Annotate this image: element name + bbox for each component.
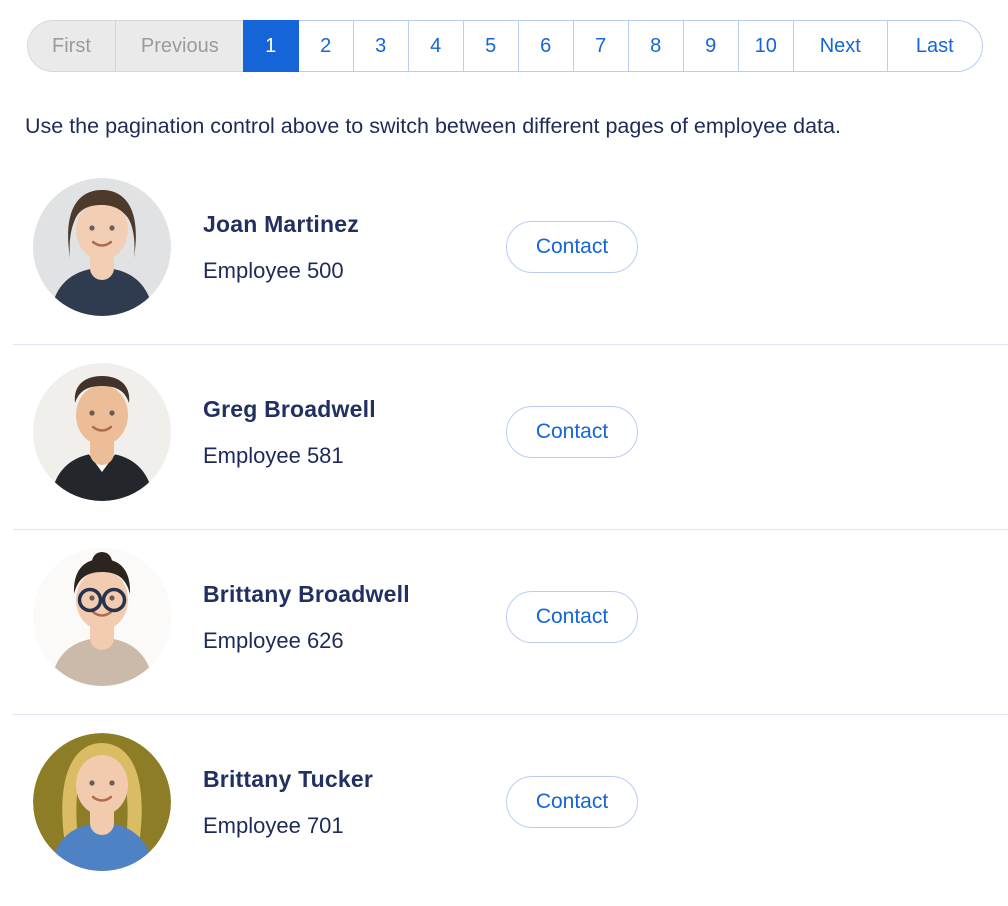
employee-avatar (33, 363, 171, 501)
employee-info: Greg Broadwell Employee 581 (203, 396, 506, 469)
pagination-page-10[interactable]: 10 (738, 20, 794, 72)
contact-button[interactable]: Contact (506, 221, 638, 273)
pagination-page-1[interactable]: 1 (243, 20, 299, 72)
pagination-page-4[interactable]: 4 (408, 20, 464, 72)
employee-list: Joan Martinez Employee 500 Contact (13, 160, 1008, 899)
pagination-next-button[interactable]: Next (793, 20, 888, 72)
employee-row: Joan Martinez Employee 500 Contact (13, 160, 1008, 344)
employee-id: Employee 581 (203, 443, 506, 469)
employee-row: Greg Broadwell Employee 581 Contact (13, 344, 1008, 529)
contact-button[interactable]: Contact (506, 591, 638, 643)
employee-id: Employee 500 (203, 258, 506, 284)
pagination-page-2[interactable]: 2 (298, 20, 354, 72)
employee-info: Brittany Broadwell Employee 626 (203, 581, 506, 654)
employee-row: Brittany Broadwell Employee 626 Contact (13, 529, 1008, 714)
instruction-text: Use the pagination control above to swit… (25, 112, 983, 140)
pagination-page-7[interactable]: 7 (573, 20, 629, 72)
employee-avatar (33, 548, 171, 686)
pagination-previous-button[interactable]: Previous (115, 20, 244, 72)
pagination: First Previous 1 2 3 4 5 6 7 8 9 10 Next… (27, 20, 985, 72)
employee-name: Greg Broadwell (203, 396, 506, 423)
employee-name: Joan Martinez (203, 211, 506, 238)
pagination-page-8[interactable]: 8 (628, 20, 684, 72)
pagination-page-9[interactable]: 9 (683, 20, 739, 72)
employee-name: Brittany Broadwell (203, 581, 506, 608)
contact-button[interactable]: Contact (506, 776, 638, 828)
employee-name: Brittany Tucker (203, 766, 506, 793)
employee-avatar (33, 733, 171, 871)
employee-info: Joan Martinez Employee 500 (203, 211, 506, 284)
employee-avatar (33, 178, 171, 316)
employee-id: Employee 626 (203, 628, 506, 654)
contact-button[interactable]: Contact (506, 406, 638, 458)
pagination-page-6[interactable]: 6 (518, 20, 574, 72)
pagination-page-3[interactable]: 3 (353, 20, 409, 72)
employee-id: Employee 701 (203, 813, 506, 839)
pagination-last-button[interactable]: Last (887, 20, 983, 72)
pagination-page-5[interactable]: 5 (463, 20, 519, 72)
employee-info: Brittany Tucker Employee 701 (203, 766, 506, 839)
employee-row: Brittany Tucker Employee 701 Contact (13, 714, 1008, 899)
pagination-first-button[interactable]: First (27, 20, 115, 72)
